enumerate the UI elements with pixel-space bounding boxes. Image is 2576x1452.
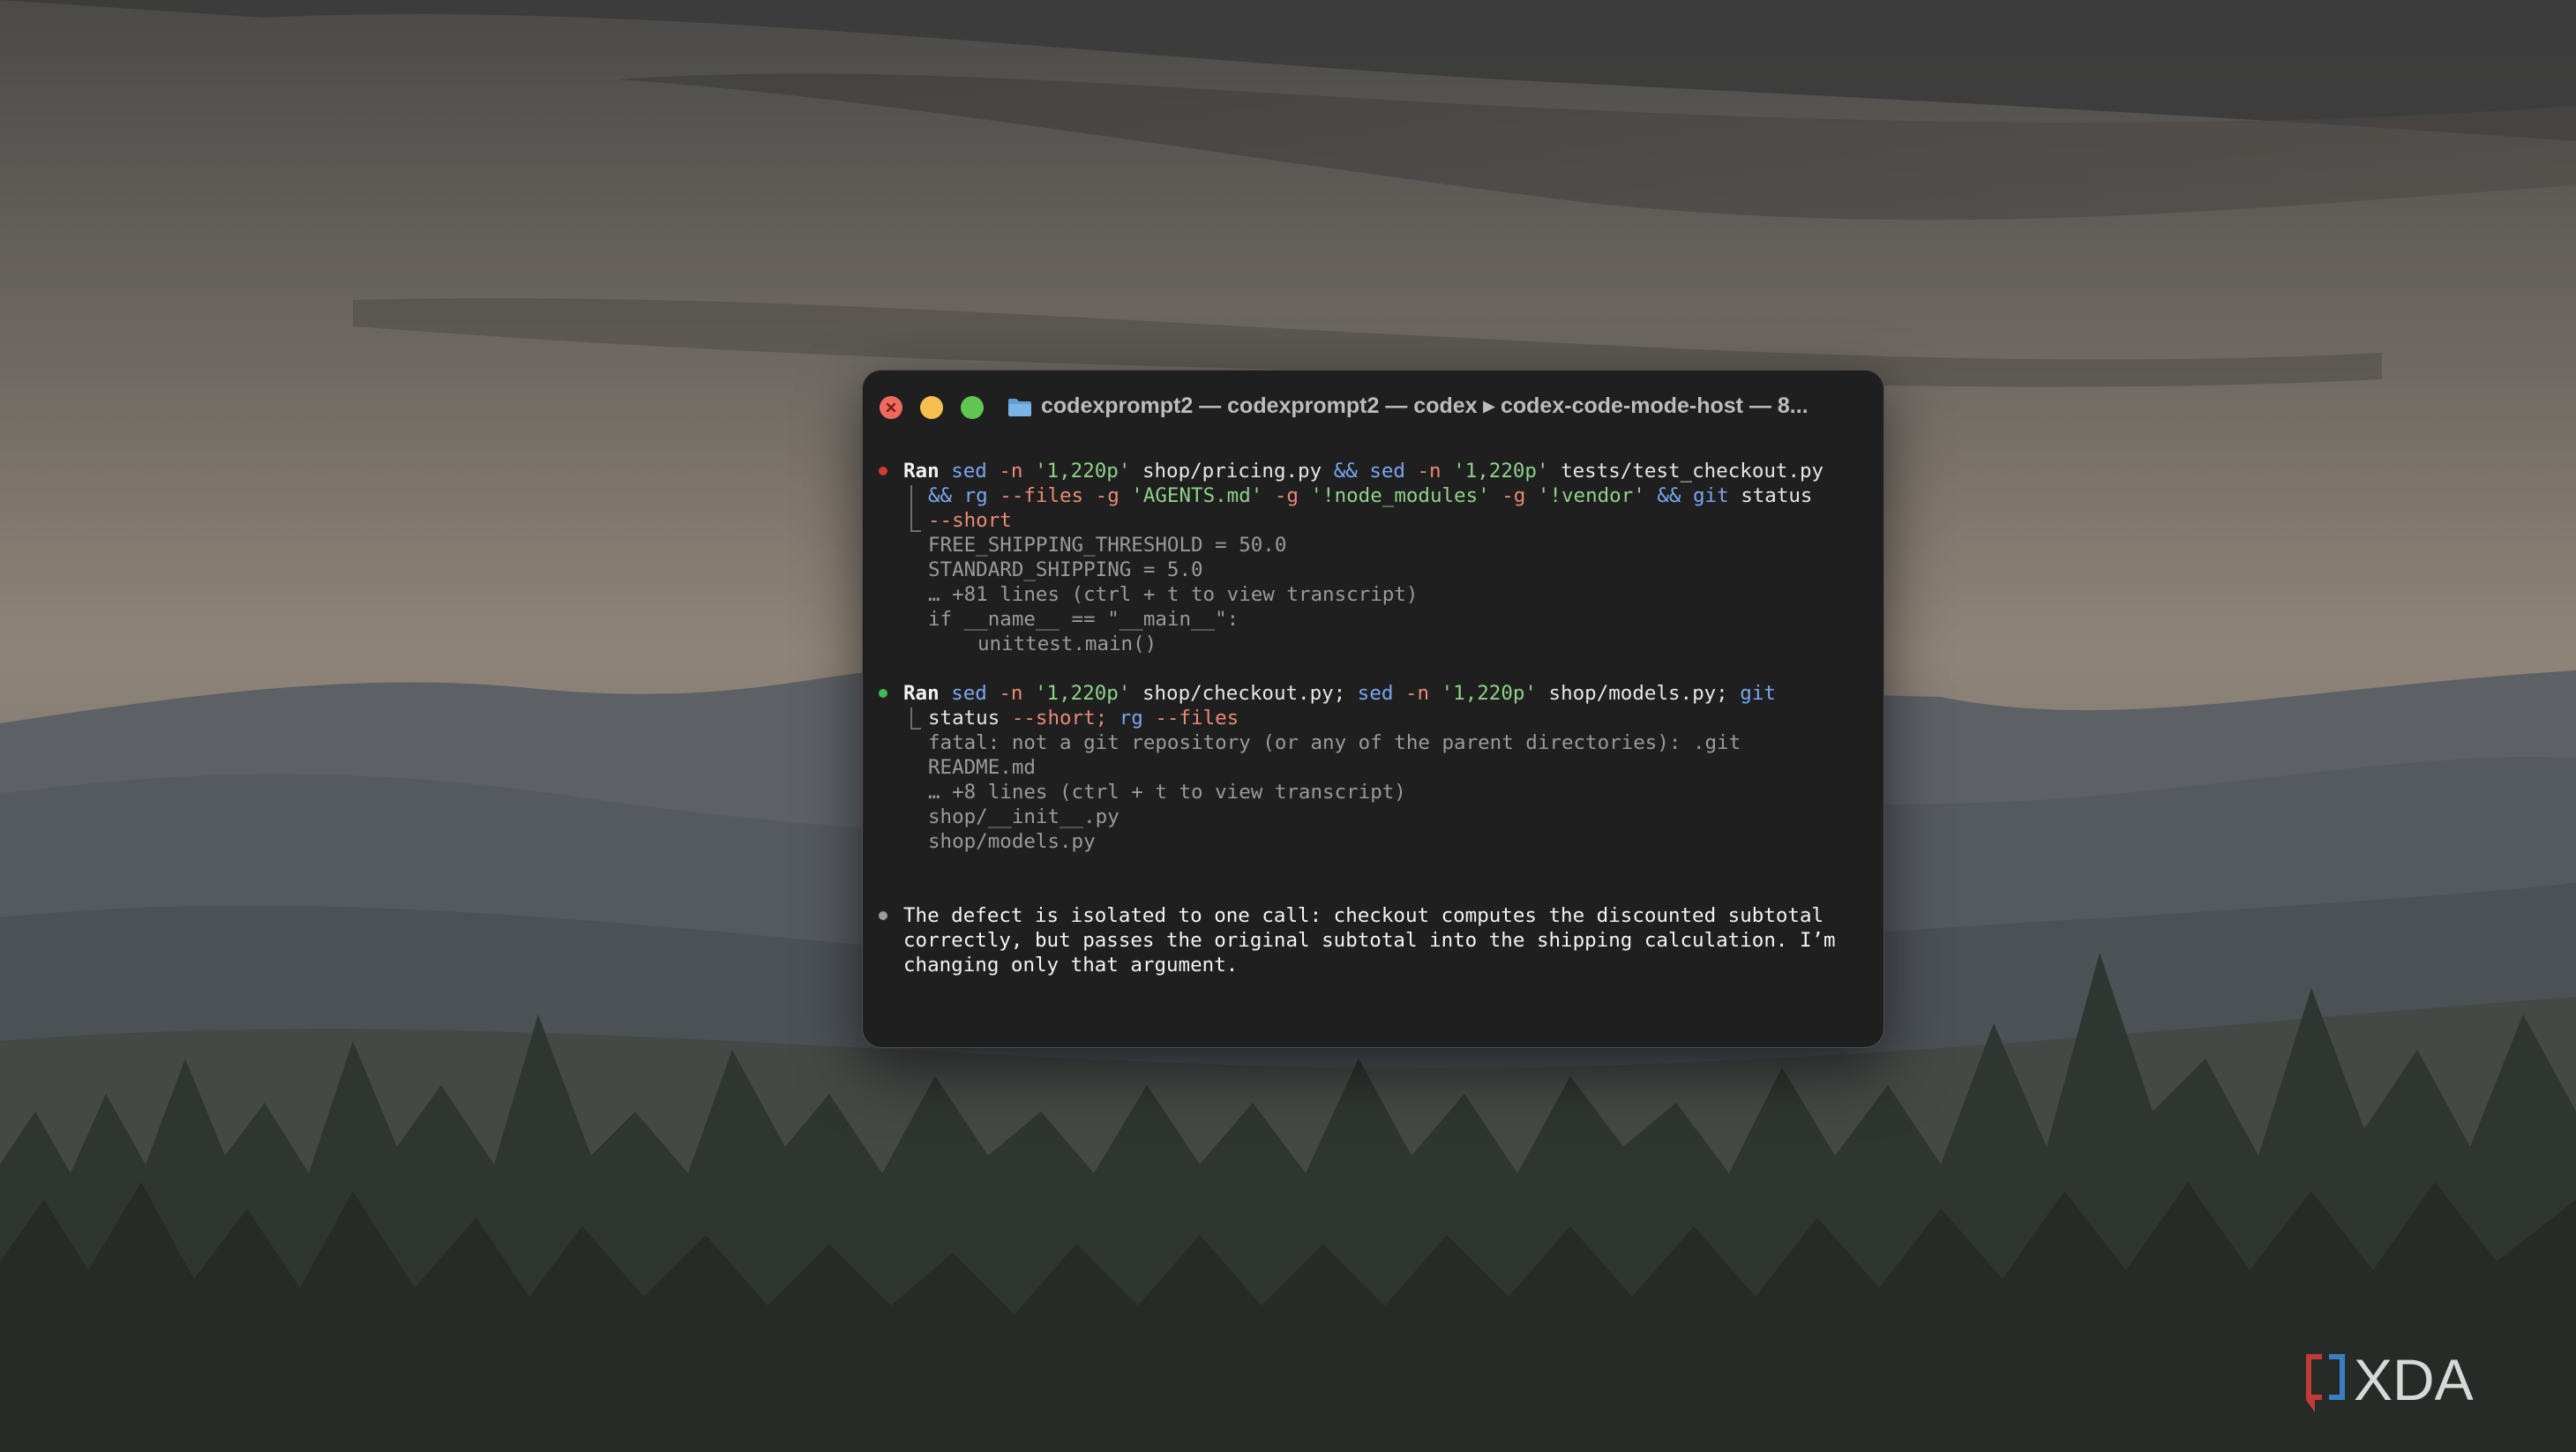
command-token: --files — [1000, 484, 1096, 507]
title-bar[interactable]: codexprompt2 — codexprompt2 — codex ▸ co… — [863, 370, 1883, 429]
command-token: sed — [951, 682, 1000, 705]
command-token: --files — [1155, 707, 1239, 730]
close-icon[interactable] — [880, 396, 902, 419]
command-token: -n — [999, 460, 1036, 483]
output-line: README.md — [928, 756, 1036, 779]
output-line: … +81 lines (ctrl + t to view transcript… — [928, 583, 1419, 606]
ran-label: Ran — [903, 682, 952, 705]
command-token: tests/test_checkout.py — [1561, 460, 1824, 483]
window-title: codexprompt2 — codexprompt2 — codex ▸ co… — [1041, 393, 1808, 418]
output-line: fatal: not a git repository (or any of t… — [928, 731, 1741, 754]
command-line: Ran sed -n '1,220p' shop/pricing.py && s… — [903, 459, 1823, 483]
xda-logo: XDA — [2306, 1347, 2474, 1412]
command-token: git — [1740, 682, 1776, 705]
ran-label: Ran — [903, 460, 952, 483]
status-bullet — [879, 467, 887, 475]
tree-connector — [910, 707, 912, 729]
minimize-icon[interactable] — [920, 396, 943, 419]
message-line: The defect is isolated to one call: chec… — [903, 904, 1824, 927]
command-token: git — [1693, 484, 1741, 507]
command-line: Ran sed -n '1,220p' shop/checkout.py; se… — [903, 681, 1776, 706]
command-token: -n — [1417, 460, 1454, 483]
command-token: shop/models.py; — [1548, 682, 1741, 705]
command-line: --short — [928, 508, 1012, 533]
output-line: shop/__init__.py — [928, 805, 1120, 828]
status-bullet — [879, 689, 887, 698]
output-line: … +8 lines (ctrl + t to view transcript) — [928, 781, 1406, 804]
command-token: '1,220p' — [1453, 460, 1561, 483]
command-token: '!node_modules' — [1310, 484, 1502, 507]
command-line: && rg --files -g 'AGENTS.md' -g '!node_m… — [928, 483, 1812, 508]
command-token: && — [1657, 484, 1693, 507]
command-token: --short — [928, 509, 1012, 532]
output-line: if __name__ == "__main__": — [928, 608, 1239, 631]
output-line: STANDARD_SHIPPING = 5.0 — [928, 558, 1203, 581]
message-line: changing only that argument. — [903, 954, 1239, 977]
folder-icon — [1008, 399, 1031, 416]
message-bullet — [879, 911, 887, 920]
command-token: -n — [999, 682, 1036, 705]
command-token: shop/pricing.py — [1142, 460, 1334, 483]
command-token: -g — [1095, 484, 1132, 507]
command-token: 'AGENTS.md' — [1131, 484, 1275, 507]
command-token: '1,220p' — [1035, 682, 1142, 705]
tree-connector — [910, 530, 921, 532]
command-token: status — [928, 707, 1012, 730]
command-token: '1,220p' — [1441, 682, 1549, 705]
command-token: '!vendor' — [1537, 484, 1658, 507]
command-token: rg — [963, 484, 1000, 507]
output-line: FREE_SHIPPING_THRESHOLD = 50.0 — [928, 534, 1287, 557]
tree-connector — [910, 485, 912, 531]
command-token: status — [1741, 484, 1813, 507]
output-line: shop/models.py — [928, 830, 1096, 853]
command-token: sed — [951, 460, 1000, 483]
command-token: '1,220p' — [1035, 460, 1142, 483]
command-token: sed — [1369, 460, 1418, 483]
command-token: shop/checkout.py; — [1142, 682, 1358, 705]
command-token: -n — [1404, 682, 1442, 705]
command-token: -g — [1501, 484, 1538, 507]
xda-wordmark: XDA — [2354, 1347, 2474, 1412]
maximize-icon[interactable] — [961, 396, 984, 419]
command-line: status --short; rg --files — [928, 706, 1239, 730]
command-token: --short; — [1011, 707, 1120, 730]
message-line: correctly, but passes the original subto… — [903, 929, 1836, 952]
command-token: rg — [1119, 707, 1156, 730]
command-token: -g — [1274, 484, 1311, 507]
terminal-window[interactable]: codexprompt2 — codexprompt2 — codex ▸ co… — [862, 370, 1884, 1048]
output-line: unittest.main() — [977, 632, 1157, 655]
tree-connector — [910, 728, 921, 730]
command-token: && — [928, 484, 964, 507]
command-token: sed — [1357, 682, 1405, 705]
command-token: && — [1333, 460, 1370, 483]
